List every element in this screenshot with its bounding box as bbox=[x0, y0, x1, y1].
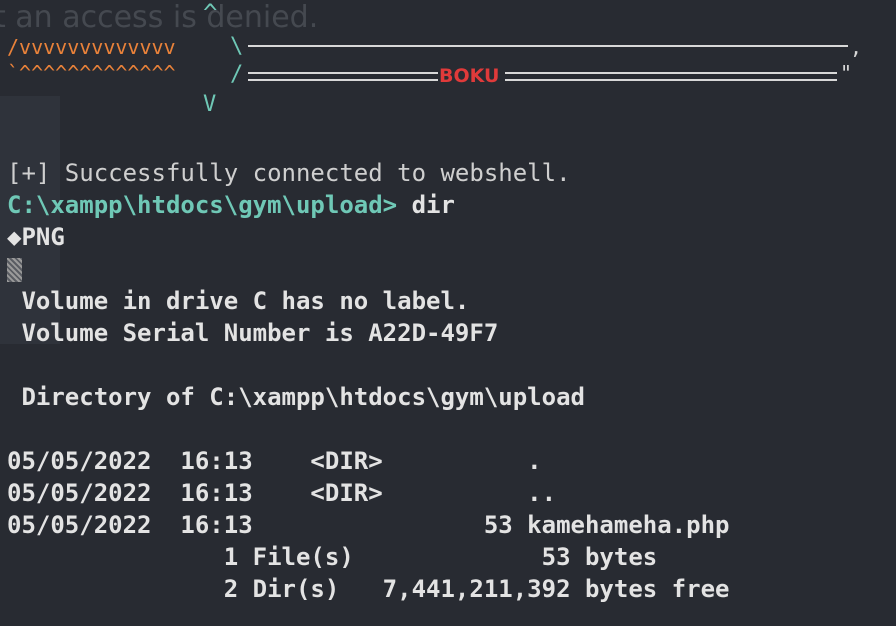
volume-label: Volume in drive C has no label. bbox=[7, 287, 470, 315]
png-line: ◆PNG bbox=[7, 223, 65, 251]
summary-files: 1 File(s) 53 bytes bbox=[7, 543, 658, 571]
banner-caret-down: V bbox=[203, 92, 217, 117]
banner-bottom-rule-right-2 bbox=[505, 79, 837, 81]
prompt: C:\xampp\htdocs\gym\upload> bbox=[7, 191, 398, 219]
banner-slash-top: \ bbox=[230, 34, 244, 59]
dir-entry: 05/05/2022 16:13 <DIR> . bbox=[7, 447, 542, 475]
banner-tail-top: , bbox=[850, 35, 863, 59]
terminal-window[interactable]: t an access is denied. ^ /vvvvvvvvvvvvv … bbox=[0, 0, 896, 626]
faded-text: t an access is denied. bbox=[0, 0, 319, 35]
banner-slash-bottom: / bbox=[230, 62, 244, 87]
boku-label: BOKU bbox=[439, 65, 500, 87]
banner-bottom-rule-left-1 bbox=[248, 72, 438, 74]
dir-entry: 05/05/2022 16:13 53 kamehameha.php bbox=[7, 511, 730, 539]
connected-message: [+] Successfully connected to webshell. bbox=[7, 159, 571, 187]
prompt-line: C:\xampp\htdocs\gym\upload> dir bbox=[7, 189, 455, 221]
banner-caret-row: `^^^^^^^^^^^^^ bbox=[7, 61, 176, 85]
binary-block bbox=[7, 258, 22, 282]
banner-top-rule bbox=[248, 45, 848, 47]
banner-bottom-rule-left-2 bbox=[248, 79, 438, 81]
dir-entry: 05/05/2022 16:13 <DIR> .. bbox=[7, 479, 557, 507]
banner-tail-bottom: " bbox=[840, 61, 853, 85]
volume-serial: Volume Serial Number is A22D-49F7 bbox=[7, 319, 499, 347]
banner-v-row: /vvvvvvvvvvvvv bbox=[7, 35, 176, 59]
banner-caret-up: ^ bbox=[203, 0, 218, 27]
command: dir bbox=[397, 191, 455, 219]
directory-of: Directory of C:\xampp\htdocs\gym\upload bbox=[7, 383, 585, 411]
banner-bottom-rule-right-1 bbox=[505, 72, 837, 74]
summary-dirs: 2 Dir(s) 7,441,211,392 bytes free bbox=[7, 575, 730, 603]
